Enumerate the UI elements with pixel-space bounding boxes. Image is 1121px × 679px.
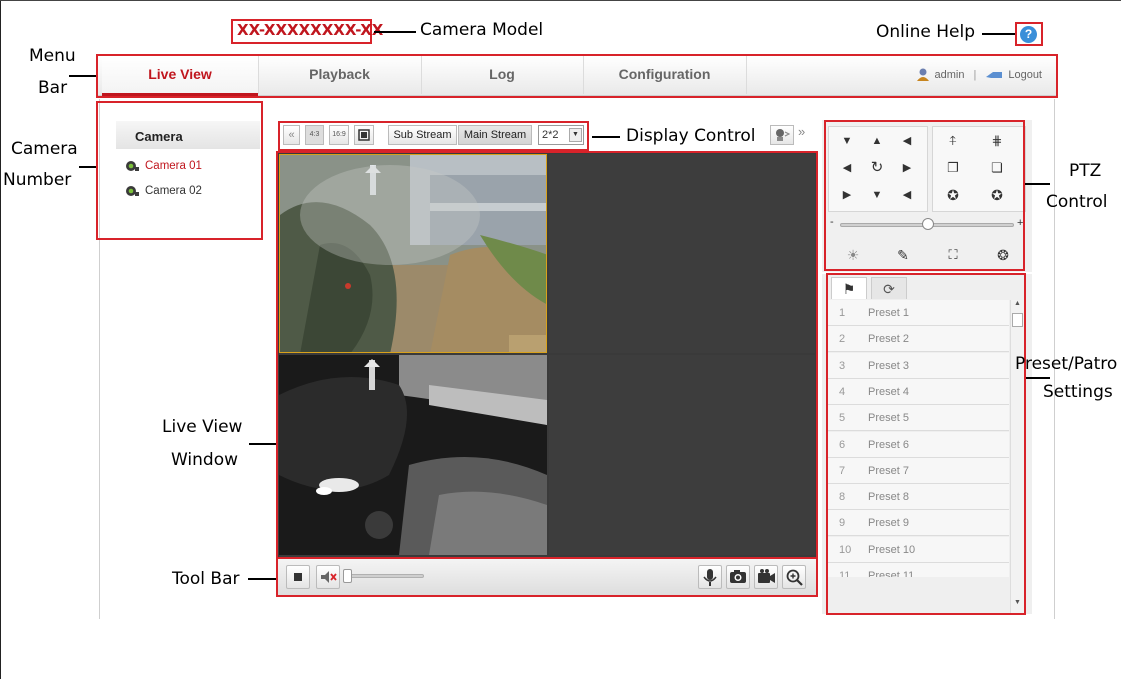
- display-control-label: Display Control: [626, 126, 756, 146]
- ptz-control-label-line1: PTZ: [1069, 161, 1102, 181]
- tool-bar-box: [276, 557, 818, 597]
- live-view-leader: [249, 443, 276, 445]
- camera-model-label: Camera Model: [420, 20, 544, 40]
- menu-bar-box: [96, 54, 1058, 98]
- tool-bar-leader: [248, 578, 276, 580]
- preset-patrol-box: [826, 273, 1026, 615]
- ptz-leader: [1025, 183, 1050, 185]
- camera-model-leader: [374, 31, 416, 33]
- menu-bar-leader: [69, 75, 97, 77]
- page-frame-left: [0, 0, 1, 679]
- preset-leader: [1026, 377, 1050, 379]
- help-icon[interactable]: ?: [1020, 26, 1037, 43]
- menu-bar-label-line2: Bar: [38, 78, 68, 98]
- live-view-label-line2: Window: [171, 450, 239, 470]
- live-view-box: [276, 151, 818, 559]
- camera-model-value: XX-XXXXXXXX-XX: [237, 21, 384, 39]
- display-control-box: [278, 121, 589, 151]
- menu-bar-label-line1: Menu: [29, 46, 76, 66]
- preset-label-line1: Preset/Patro: [1015, 354, 1118, 374]
- live-view-label-line1: Live View: [162, 417, 243, 437]
- display-control-leader: [592, 136, 620, 138]
- camera-number-leader: [79, 166, 97, 168]
- page-frame-top: [0, 0, 1121, 1]
- ptz-toggle-button[interactable]: [770, 125, 794, 145]
- camera-number-label-line2: Number: [3, 170, 72, 190]
- online-help-label: Online Help: [876, 22, 975, 42]
- tool-bar-label: Tool Bar: [172, 569, 240, 589]
- camera-number-box: [96, 101, 263, 240]
- ptz-control-label-line2: Control: [1046, 192, 1108, 212]
- camera-number-label-line1: Camera: [11, 139, 78, 159]
- expand-panel-button[interactable]: »: [798, 124, 805, 139]
- ptz-camera-icon: [776, 129, 791, 141]
- preset-label-line2: Settings: [1043, 382, 1113, 402]
- online-help-leader: [982, 33, 1016, 35]
- ptz-control-box: [824, 120, 1025, 271]
